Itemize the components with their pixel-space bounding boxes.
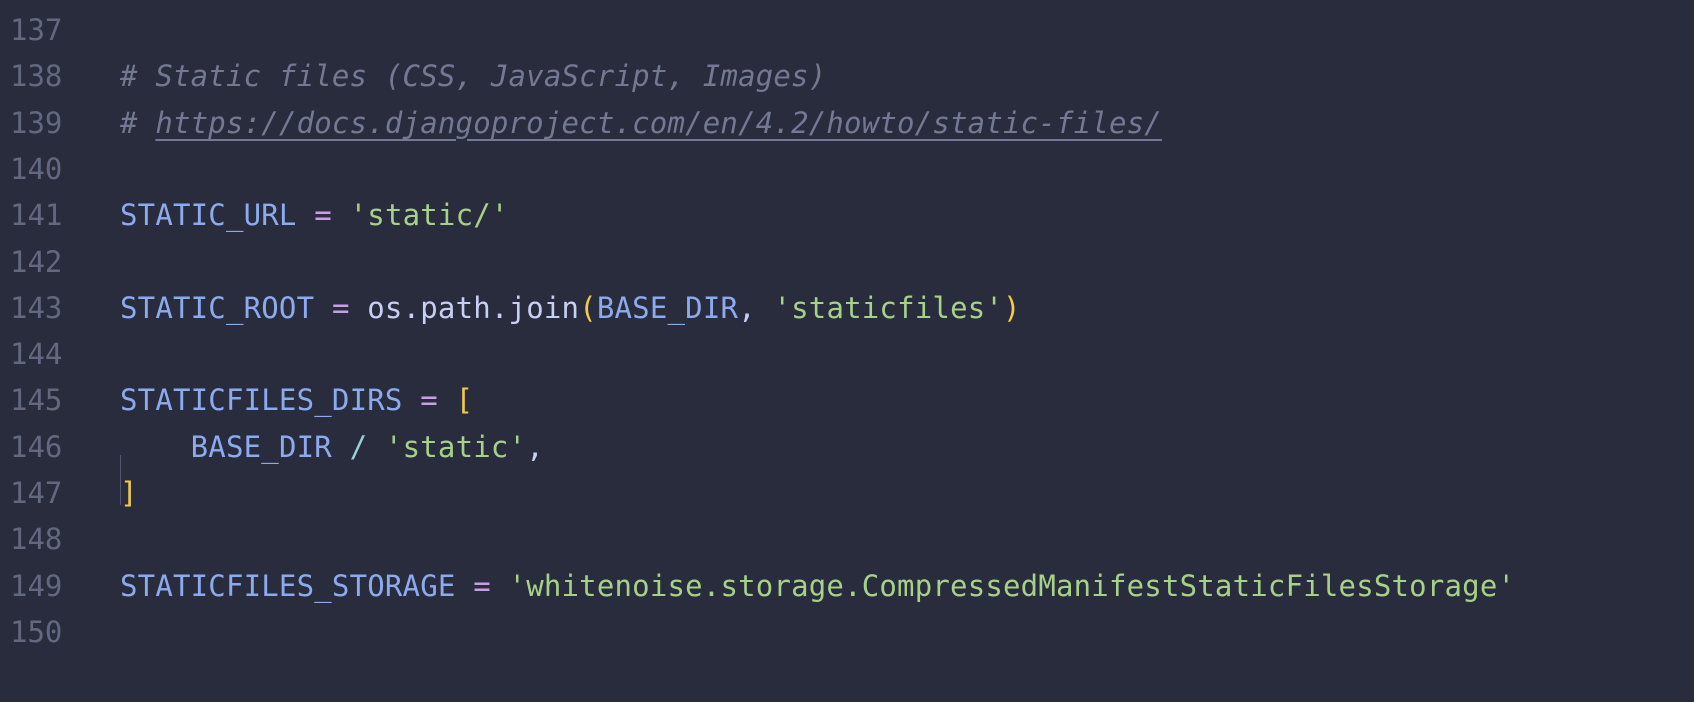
code-link[interactable]: https://docs.djangoproject.com/en/4.2/ho… xyxy=(155,106,1162,140)
code-line[interactable]: 138 # Static files (CSS, JavaScript, Imag… xyxy=(0,51,1694,101)
code-token: / xyxy=(349,429,368,464)
code-text: ] xyxy=(120,476,138,510)
code-token: ] xyxy=(120,476,138,510)
code-token: 'static/' xyxy=(349,198,509,233)
code-text: BASE_DIR / 'static', xyxy=(120,430,544,464)
line-number: 147 xyxy=(10,476,63,510)
code-line[interactable]: 137 xyxy=(0,5,1694,55)
code-token: STATIC_ROOT xyxy=(120,290,315,325)
code-token: ) xyxy=(1003,290,1021,325)
code-token: 'staticfiles' xyxy=(773,290,1004,325)
line-number: 150 xyxy=(10,614,63,649)
code-line[interactable]: 150 xyxy=(0,607,1694,657)
line-number: 137 xyxy=(10,13,63,47)
code-token: # xyxy=(120,105,156,140)
code-line[interactable]: 142 xyxy=(0,237,1694,287)
code-line[interactable]: 148 xyxy=(0,514,1694,564)
code-token: # Static files (CSS, JavaScript, Images) xyxy=(120,59,827,94)
code-token: os.path.join xyxy=(349,290,580,325)
line-number: 143 xyxy=(10,290,63,325)
code-text: STATICFILES_DIRS = [ xyxy=(120,383,473,417)
code-token: STATIC_URL xyxy=(120,198,297,233)
code-token: BASE_DIR xyxy=(190,429,332,464)
code-line[interactable]: 143 STATIC_ROOT = os.path.join(BASE_DIR, … xyxy=(0,283,1694,333)
code-line[interactable]: 146 BASE_DIR / 'static', xyxy=(0,422,1694,472)
code-line[interactable]: 144 xyxy=(0,329,1694,379)
line-number: 139 xyxy=(10,105,63,140)
code-line[interactable]: 140 xyxy=(0,144,1694,194)
code-token: [ xyxy=(455,383,474,418)
code-line[interactable]: 149 STATICFILES_STORAGE = 'whitenoise.sto… xyxy=(0,561,1694,611)
line-number: 149 xyxy=(10,568,63,603)
code-token: 'static' xyxy=(384,429,527,464)
code-editor[interactable]: 137 138 # Static files (CSS, JavaScript, I… xyxy=(0,0,1694,702)
code-token: = xyxy=(473,568,491,603)
code-token: , xyxy=(526,429,544,464)
code-token: STATICFILES_DIRS xyxy=(120,383,403,418)
code-token: ( xyxy=(579,290,597,325)
code-line[interactable]: 145 STATICFILES_DIRS = [ xyxy=(0,375,1694,425)
code-token: = xyxy=(331,290,350,325)
line-number: 141 xyxy=(10,198,63,233)
code-token: STATICFILES_STORAGE xyxy=(120,568,456,603)
code-token: BASE_DIR xyxy=(596,290,739,325)
code-line[interactable]: 141 STATIC_URL = 'static/' xyxy=(0,190,1694,240)
code-line[interactable]: 147] xyxy=(0,468,1694,518)
line-number: 140 xyxy=(10,151,63,186)
line-number: 146 xyxy=(10,429,63,464)
code-text: # https://docs.djangoproject.com/en/4.2/… xyxy=(120,106,1162,140)
line-number: 138 xyxy=(10,59,63,94)
code-token: , xyxy=(738,290,774,325)
code-text: STATIC_URL = 'static/' xyxy=(120,198,509,232)
line-number: 148 xyxy=(10,522,63,557)
line-number: 145 xyxy=(10,383,63,418)
code-text: STATICFILES_STORAGE = 'whitenoise.storag… xyxy=(120,569,1515,603)
code-token: = xyxy=(420,383,438,418)
code-line[interactable]: 139 # https://docs.djangoproject.com/en/4… xyxy=(0,98,1694,148)
code-token: = xyxy=(314,198,332,233)
code-text: STATIC_ROOT = os.path.join(BASE_DIR, 'st… xyxy=(120,291,1021,325)
code-token: 'whitenoise.storage.CompressedManifestSt… xyxy=(508,568,1516,603)
line-number: 142 xyxy=(10,244,63,279)
line-number: 144 xyxy=(10,337,63,372)
code-text: # Static files (CSS, JavaScript, Images) xyxy=(120,59,826,93)
